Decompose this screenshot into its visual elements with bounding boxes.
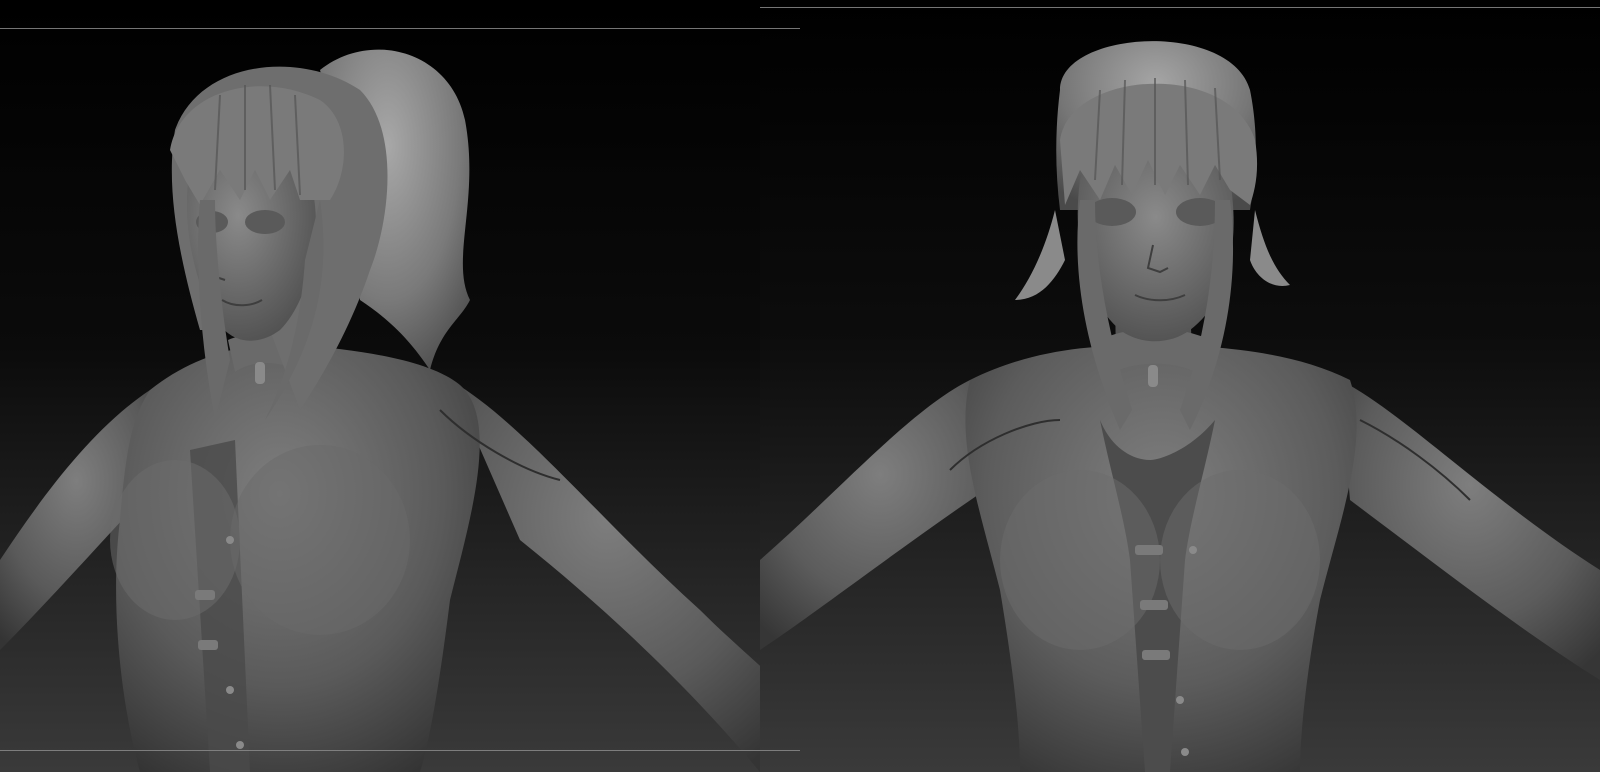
viewport-frame-line-top-left [0,28,800,29]
viewport-frame-line-bottom-left [0,750,800,751]
viewport-frame-line-top-right [760,7,1600,8]
viewport-three-quarter[interactable] [0,0,800,772]
sculpt-render-left [0,0,800,772]
sculpt-render-right [760,0,1600,772]
viewport-front[interactable] [760,0,1600,772]
sculpt-canvas[interactable] [0,0,1600,772]
